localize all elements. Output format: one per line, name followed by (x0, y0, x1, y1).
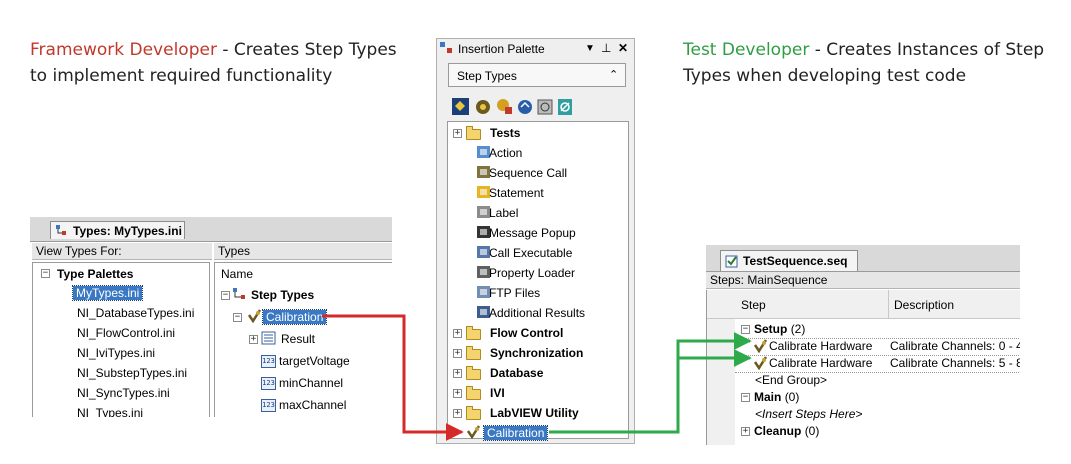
connector-arrows (322, 314, 752, 441)
red-connector (322, 314, 464, 441)
green-connector-1 (549, 332, 752, 434)
